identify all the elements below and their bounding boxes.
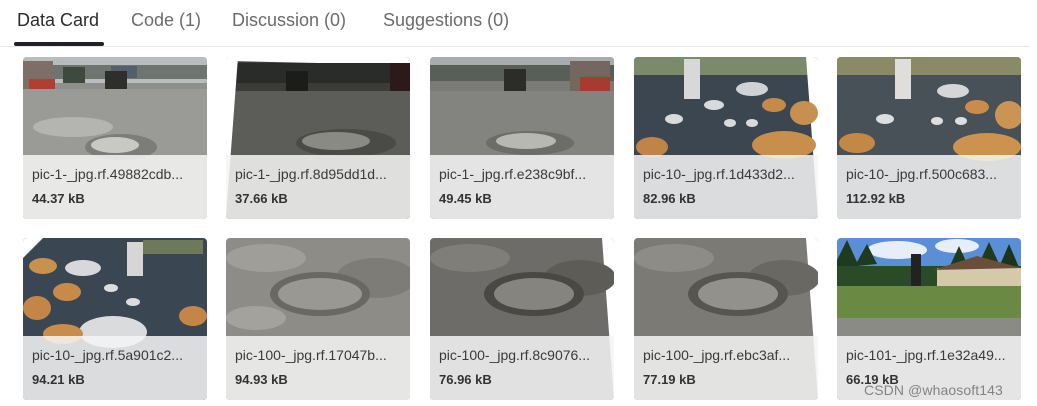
file-size: 82.96 kB <box>643 191 696 206</box>
file-name: pic-10-_jpg.rf.1d433d2... <box>643 166 795 182</box>
card-caption: pic-10-_jpg.rf.1d433d2... 82.96 kB <box>634 155 818 219</box>
file-card[interactable]: pic-100-_jpg.rf.17047b... 94.93 kB <box>226 238 410 400</box>
file-card[interactable]: pic-1-_jpg.rf.49882cdb... 44.37 kB <box>23 57 207 219</box>
file-name: pic-100-_jpg.rf.8c9076... <box>439 347 590 363</box>
file-size: 112.92 kB <box>846 191 906 206</box>
file-card[interactable]: pic-101-_jpg.rf.1e32a49... 66.19 kB <box>837 238 1021 400</box>
card-caption: pic-100-_jpg.rf.ebc3af... 77.19 kB <box>634 336 818 400</box>
file-size: 49.45 kB <box>439 191 492 206</box>
card-caption: pic-1-_jpg.rf.49882cdb... 44.37 kB <box>23 155 207 219</box>
file-card[interactable]: pic-1-_jpg.rf.e238c9bf... 49.45 kB <box>430 57 614 219</box>
file-name: pic-100-_jpg.rf.17047b... <box>235 347 387 363</box>
watermark-text: CSDN @whaosoft143 <box>864 382 1003 398</box>
file-card[interactable]: pic-100-_jpg.rf.8c9076... 76.96 kB <box>430 238 614 400</box>
file-card[interactable]: pic-10-_jpg.rf.500c683... 112.92 kB <box>837 57 1021 219</box>
file-card[interactable]: pic-10-_jpg.rf.1d433d2... 82.96 kB <box>634 57 818 219</box>
file-name: pic-1-_jpg.rf.e238c9bf... <box>439 166 587 182</box>
file-card[interactable]: pic-100-_jpg.rf.ebc3af... 77.19 kB <box>634 238 818 400</box>
file-size: 76.96 kB <box>439 372 492 387</box>
card-caption: pic-1-_jpg.rf.e238c9bf... 49.45 kB <box>430 155 614 219</box>
file-size: 94.21 kB <box>32 372 85 387</box>
card-caption: pic-100-_jpg.rf.8c9076... 76.96 kB <box>430 336 614 400</box>
file-name: pic-1-_jpg.rf.8d95dd1d... <box>235 166 387 182</box>
file-name: pic-101-_jpg.rf.1e32a49... <box>846 347 1006 363</box>
card-caption: pic-10-_jpg.rf.500c683... 112.92 kB <box>837 155 1021 219</box>
file-card[interactable]: pic-1-_jpg.rf.8d95dd1d... 37.66 kB <box>226 57 410 219</box>
card-caption: pic-10-_jpg.rf.5a901c2... 94.21 kB <box>23 336 207 400</box>
file-size: 94.93 kB <box>235 372 288 387</box>
file-name: pic-1-_jpg.rf.49882cdb... <box>32 166 183 182</box>
file-card[interactable]: pic-10-_jpg.rf.5a901c2... 94.21 kB <box>23 238 207 400</box>
file-size: 37.66 kB <box>235 191 288 206</box>
card-caption: pic-1-_jpg.rf.8d95dd1d... 37.66 kB <box>226 155 410 219</box>
file-grid: pic-1-_jpg.rf.49882cdb... 44.37 kB pic-1… <box>0 0 1037 406</box>
file-name: pic-100-_jpg.rf.ebc3af... <box>643 347 791 363</box>
file-name: pic-10-_jpg.rf.500c683... <box>846 166 997 182</box>
file-name: pic-10-_jpg.rf.5a901c2... <box>32 347 183 363</box>
file-size: 77.19 kB <box>643 372 696 387</box>
card-caption: pic-100-_jpg.rf.17047b... 94.93 kB <box>226 336 410 400</box>
file-size: 44.37 kB <box>32 191 85 206</box>
